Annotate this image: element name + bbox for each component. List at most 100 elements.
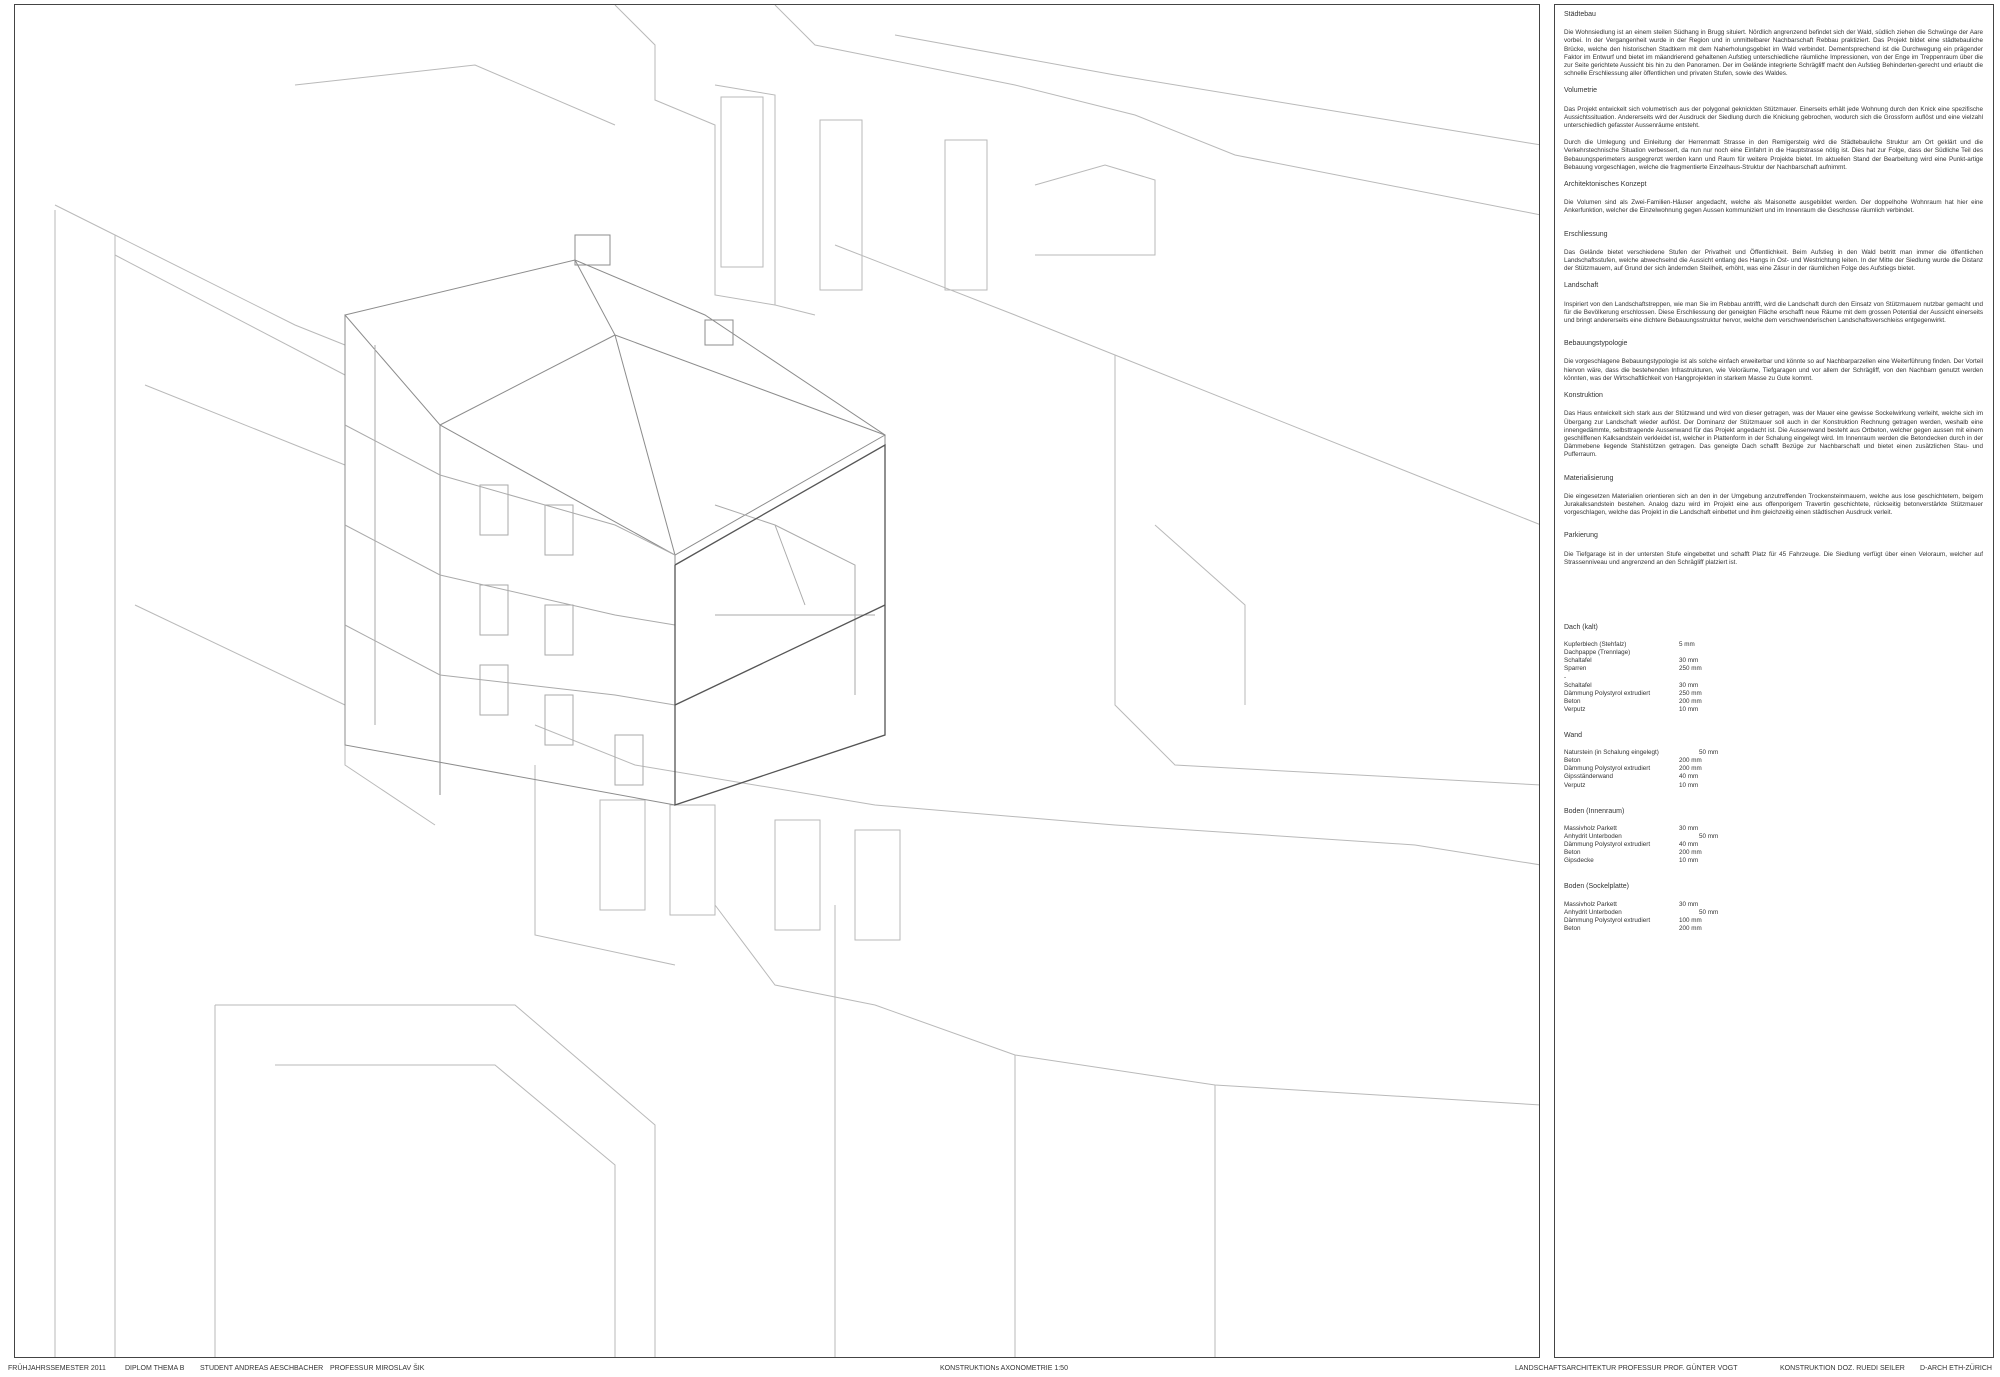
section-title: Volumetrie: [1564, 87, 1598, 95]
material-name: Massivholz Parkett: [1564, 824, 1617, 832]
material-name: Kupferblech (Stehfalz): [1564, 641, 1627, 649]
material-spacer: [1564, 933, 1983, 943]
material-row: Dachpappe (Trennlage): [1564, 649, 1983, 657]
material-row: Anhydrit Unterboden 50 mm: [1564, 909, 1983, 917]
material-row: Schaltafel 30 mm: [1564, 657, 1983, 665]
section-paragraph: Das Haus entwickelt sich stark aus der S…: [1564, 410, 1983, 459]
section-paragraph: Inspiriert von den Landschaftstreppen, w…: [1564, 300, 1983, 325]
material-spacer: [1564, 865, 1983, 875]
section-paragraph: Die Tiefgarage ist in der untersten Stuf…: [1564, 550, 1983, 566]
material-row: Sparren 250 mm: [1564, 665, 1983, 673]
materials-gap: [1564, 576, 1983, 616]
retaining-walls-lower: [214, 724, 1539, 1357]
material-row: Anhydrit Unterboden 50 mm: [1564, 833, 1983, 841]
material-name: Schaltafel: [1564, 657, 1592, 665]
material-row: Beton 200 mm: [1564, 925, 1983, 933]
section-title: Materialisierung: [1564, 474, 1614, 482]
section-paragraph: Das Projekt entwickelt sich volumetrisch…: [1564, 105, 1983, 130]
axonometric-drawing-svg: [54, 5, 1539, 1357]
material-name: Beton: [1564, 757, 1581, 765]
material-name: Gipsständerwand: [1564, 773, 1614, 781]
material-row: Gipsdecke 10 mm: [1564, 857, 1983, 865]
material-row: Beton 200 mm: [1564, 849, 1983, 857]
axonometric-drawing: [14, 4, 1540, 1358]
section-title: Städtebau: [1564, 11, 1596, 18]
material-thickness: 200 mm: [1679, 697, 1702, 705]
material-thickness: 50 mm: [1699, 908, 1719, 916]
material-thickness: 30 mm: [1679, 900, 1699, 908]
section-paragraph: Die Volumen sind als Zwei-Familien-Häuse…: [1564, 199, 1983, 215]
section-cut: [674, 443, 886, 806]
material-row: Verputz 10 mm: [1564, 706, 1983, 714]
footer-diplom: DIPLOM THEMA B: [125, 1365, 185, 1372]
material-row: Dämmung Polystyrol extrudiert 250 mm: [1564, 690, 1983, 698]
material-thickness: 250 mm: [1679, 665, 1702, 673]
footer-professor: PROFESSUR MIROSLAV ŠIK: [330, 1365, 425, 1372]
material-row: Naturstein (in Schalung eingelegt) 50 mm: [1564, 749, 1983, 757]
material-name: Dämmung Polystyrol extrudiert: [1564, 916, 1651, 924]
material-name: Beton: [1564, 924, 1581, 932]
material-thickness: 250 mm: [1679, 689, 1702, 697]
material-thickness: 200 mm: [1679, 924, 1702, 932]
section-paragraph: Die eingesetzen Materialien orientieren …: [1564, 492, 1983, 517]
material-thickness: 50 mm: [1699, 832, 1719, 840]
material-row: Schaltafel 30 mm: [1564, 682, 1983, 690]
title-block: FRÜHJAHRSSEMESTER 2011 DIPLOM THEMA B ST…: [0, 1364, 2000, 1377]
material-spacer: [1564, 790, 1983, 800]
material-name: Dämmung Polystyrol extrudiert: [1564, 765, 1651, 773]
material-row: Massivholz Parkett 30 mm: [1564, 901, 1983, 909]
material-name: Beton: [1564, 849, 1581, 857]
section-paragraph: Die vorgeschlagene Bebauungstypologie is…: [1564, 358, 1983, 382]
material-row: Kupferblech (Stehfalz) 5 mm: [1564, 641, 1983, 649]
section-paragraph: Das Gelände bietet verschiedene Stufen d…: [1564, 248, 1983, 273]
material-thickness: 40 mm: [1679, 841, 1699, 849]
material-row: Gipsständerwand 40 mm: [1564, 773, 1983, 781]
material-name: -: [1564, 673, 1567, 681]
material-name: Naturstein (in Schalung eingelegt): [1564, 749, 1659, 757]
material-name: Beton: [1564, 697, 1581, 705]
section-title: Parkierung: [1564, 532, 1598, 540]
material-name: Dämmung Polystyrol extrudiert: [1564, 689, 1651, 697]
material-row: -: [1564, 674, 1983, 682]
material-name: Anhydrit Unterboden: [1564, 908, 1622, 916]
material-thickness: 10 mm: [1679, 781, 1699, 789]
project-description-panel: Städtebau Die Wohnsiedlung ist an einem s…: [1554, 4, 1994, 1358]
material-thickness: 30 mm: [1679, 657, 1699, 665]
material-row: Beton 200 mm: [1564, 757, 1983, 765]
material-name: Anhydrit Unterboden: [1564, 832, 1622, 840]
retaining-walls-left: [54, 64, 616, 1357]
footer-student: STUDENT ANDREAS AESCHBACHER: [200, 1365, 324, 1372]
section-title: Architektonisches Konzept: [1564, 181, 1647, 189]
footer-landscape: LANDSCHAFTSARCHITEKTUR PROFESSUR PROF. G…: [1515, 1365, 1738, 1372]
material-spacer: [1564, 714, 1983, 724]
footer-construction: KONSTRUKTION DOZ. RUEDI SEILER: [1780, 1365, 1905, 1372]
material-row: Dämmung Polystyrol extrudiert 200 mm: [1564, 765, 1983, 773]
material-row: Massivholz Parkett 30 mm: [1564, 825, 1983, 833]
material-name: Dachpappe (Trennlage): [1564, 649, 1631, 657]
description-column: Städtebau Die Wohnsiedlung ist an einem s…: [1564, 11, 1983, 943]
material-thickness: 10 mm: [1679, 857, 1699, 865]
material-name: Verputz: [1564, 781, 1586, 789]
footer-institution: D-ARCH ETH-ZÜRICH: [1920, 1365, 1992, 1372]
material-thickness: 40 mm: [1679, 773, 1699, 781]
material-thickness: 200 mm: [1679, 849, 1702, 857]
footer-semester: FRÜHJAHRSSEMESTER 2011: [8, 1365, 106, 1372]
section-title: Bebauungstypologie: [1564, 340, 1628, 348]
section-title: Konstruktion: [1564, 392, 1603, 400]
material-name: Gipsdecke: [1564, 857, 1594, 865]
material-row: Dämmung Polystyrol extrudiert 100 mm: [1564, 917, 1983, 925]
material-layer-title: Wand: [1564, 731, 1583, 739]
material-thickness: 50 mm: [1699, 749, 1719, 757]
material-name: Massivholz Parkett: [1564, 900, 1617, 908]
material-name: Schaltafel: [1564, 681, 1592, 689]
material-thickness: 10 mm: [1679, 705, 1699, 713]
section-paragraph: Die Wohnsiedlung ist an einem steilen Sü…: [1564, 29, 1983, 78]
section-title: Landschaft: [1564, 282, 1599, 290]
section-title: Erschliessung: [1564, 230, 1608, 238]
material-row: Dämmung Polystyrol extrudiert 40 mm: [1564, 841, 1983, 849]
material-name: Dämmung Polystyrol extrudiert: [1564, 841, 1651, 849]
material-layer-title: Dach (kalt): [1564, 623, 1598, 631]
material-layer-title: Boden (Sockelplatte): [1564, 883, 1629, 891]
material-thickness: 200 mm: [1679, 765, 1702, 773]
material-row: Beton 200 mm: [1564, 698, 1983, 706]
